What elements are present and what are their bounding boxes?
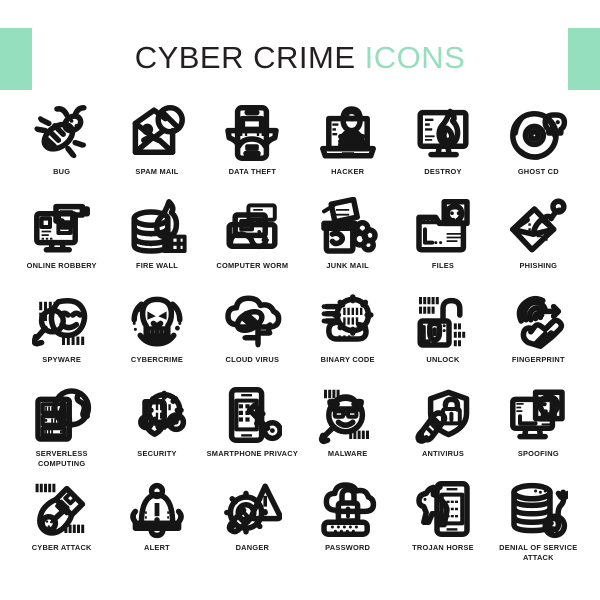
icon-label: GHOST CD — [517, 167, 559, 176]
icon-cell-hacker[interactable]: HACKER — [300, 102, 395, 196]
ghost-cd-icon — [507, 102, 569, 164]
fire-wall-icon — [126, 196, 188, 258]
icon-cell-danger[interactable]: DANGER — [205, 478, 300, 572]
icon-cell-spam-mail[interactable]: SPAM MAIL — [109, 102, 204, 196]
icon-label: HACKER — [331, 167, 365, 176]
icon-cell-binary-code[interactable]: BINARY CODE — [300, 290, 395, 384]
icon-cell-alert[interactable]: ALERT — [109, 478, 204, 572]
computer-worm-icon — [221, 196, 283, 258]
icon-label: JUNK MAIL — [326, 261, 369, 270]
danger-icon — [221, 478, 283, 540]
icon-cell-antivirus[interactable]: ANTIVIRUS — [395, 384, 490, 478]
bug-icon — [31, 102, 93, 164]
icon-label: UNLOCK — [426, 355, 460, 364]
denial-of-service-attack-icon — [507, 478, 569, 540]
icon-cell-bug[interactable]: BUG — [14, 102, 109, 196]
icon-label: CLOUD VIRUS — [225, 355, 280, 364]
junk-mail-icon — [317, 196, 379, 258]
icon-label: SPOOFING — [517, 449, 559, 458]
icon-cell-cyber-attack[interactable]: CYBER ATTACK — [14, 478, 109, 572]
page-title-accent: ICONS — [364, 40, 466, 75]
files-icon — [412, 196, 474, 258]
icon-label: MALWARE — [327, 449, 368, 458]
icon-cell-cybercrime[interactable]: CYBERCRIME — [109, 290, 204, 384]
fingerprint-icon — [507, 290, 569, 352]
icon-cell-data-theft[interactable]: DATA THEFT — [205, 102, 300, 196]
data-theft-icon — [221, 102, 283, 164]
icon-label: ONLINE ROBBERY — [26, 261, 97, 270]
antivirus-icon — [412, 384, 474, 446]
hacker-icon — [317, 102, 379, 164]
password-icon — [317, 478, 379, 540]
icon-label: DANGER — [235, 543, 270, 552]
icon-grid: BUG SPAM MAIL DATA THEFT HACKER DESTROY … — [0, 90, 600, 572]
icon-label: FINGERPRINT — [511, 355, 565, 364]
icon-cell-fire-wall[interactable]: FIRE WALL — [109, 196, 204, 290]
icon-cell-phishing[interactable]: PHISHING — [491, 196, 586, 290]
cybercrime-icon — [126, 290, 188, 352]
icon-cell-spoofing[interactable]: SPOOFING — [491, 384, 586, 478]
icon-label: BINARY CODE — [320, 355, 375, 364]
icon-cell-password[interactable]: PASSWORD — [300, 478, 395, 572]
icon-cell-smartphone-privacy[interactable]: SMARTPHONE PRIVACY — [205, 384, 300, 478]
smartphone-privacy-icon — [221, 384, 283, 446]
icon-label: CYBERCRIME — [130, 355, 184, 364]
icon-label: DATA THEFT — [228, 167, 277, 176]
icon-label: PASSWORD — [325, 543, 371, 552]
trojan-horse-icon — [412, 478, 474, 540]
serverless-computing-icon — [31, 384, 93, 446]
icon-cell-files[interactable]: FILES — [395, 196, 490, 290]
page-title: CYBER CRIME ICONS — [0, 40, 600, 76]
icon-cell-online-robbery[interactable]: ONLINE ROBBERY — [14, 196, 109, 290]
icon-label: SERVERLESS COMPUTING — [35, 449, 88, 468]
icon-label: DENIAL OF SERVICE ATTACK — [499, 543, 578, 562]
icon-label: SPYWARE — [42, 355, 82, 364]
icon-cell-denial-of-service-attack[interactable]: DENIAL OF SERVICE ATTACK — [491, 478, 586, 572]
phishing-icon — [507, 196, 569, 258]
icon-label: TROJAN HORSE — [412, 543, 474, 552]
cloud-virus-icon — [221, 290, 283, 352]
icon-label: SECURITY — [137, 449, 177, 458]
icon-cell-security[interactable]: SECURITY — [109, 384, 204, 478]
icon-cell-destroy[interactable]: DESTROY — [395, 102, 490, 196]
page-header: CYBER CRIME ICONS — [0, 0, 600, 90]
online-robbery-icon — [31, 196, 93, 258]
icon-cell-fingerprint[interactable]: FINGERPRINT — [491, 290, 586, 384]
icon-label: FIRE WALL — [135, 261, 179, 270]
icon-cell-computer-worm[interactable]: COMPUTER WORM — [205, 196, 300, 290]
icon-label: FILES — [431, 261, 455, 270]
icon-cell-ghost-cd[interactable]: GHOST CD — [491, 102, 586, 196]
icon-cell-junk-mail[interactable]: JUNK MAIL — [300, 196, 395, 290]
alert-icon — [126, 478, 188, 540]
icon-label: SPAM MAIL — [135, 167, 179, 176]
unlock-icon — [412, 290, 474, 352]
icon-cell-serverless-computing[interactable]: SERVERLESS COMPUTING — [14, 384, 109, 478]
icon-label: ANTIVIRUS — [421, 449, 465, 458]
page-title-primary: CYBER CRIME — [134, 40, 356, 75]
security-icon — [126, 384, 188, 446]
malware-icon — [317, 384, 379, 446]
icon-cell-malware[interactable]: MALWARE — [300, 384, 395, 478]
binary-code-icon — [317, 290, 379, 352]
icon-label: SMARTPHONE PRIVACY — [206, 449, 299, 458]
icon-cell-spyware[interactable]: SPYWARE — [14, 290, 109, 384]
icon-label: DESTROY — [424, 167, 462, 176]
cyber-attack-icon — [31, 478, 93, 540]
icon-cell-cloud-virus[interactable]: CLOUD VIRUS — [205, 290, 300, 384]
icon-cell-trojan-horse[interactable]: TROJAN HORSE — [395, 478, 490, 572]
icon-label: ALERT — [144, 543, 170, 552]
destroy-icon — [412, 102, 474, 164]
icon-label: COMPUTER WORM — [216, 261, 289, 270]
spoofing-icon — [507, 384, 569, 446]
icon-label: CYBER ATTACK — [31, 543, 92, 552]
icon-label: PHISHING — [519, 261, 558, 270]
icon-cell-unlock[interactable]: UNLOCK — [395, 290, 490, 384]
icon-label: BUG — [53, 167, 71, 176]
spyware-icon — [31, 290, 93, 352]
spam-mail-icon — [126, 102, 188, 164]
